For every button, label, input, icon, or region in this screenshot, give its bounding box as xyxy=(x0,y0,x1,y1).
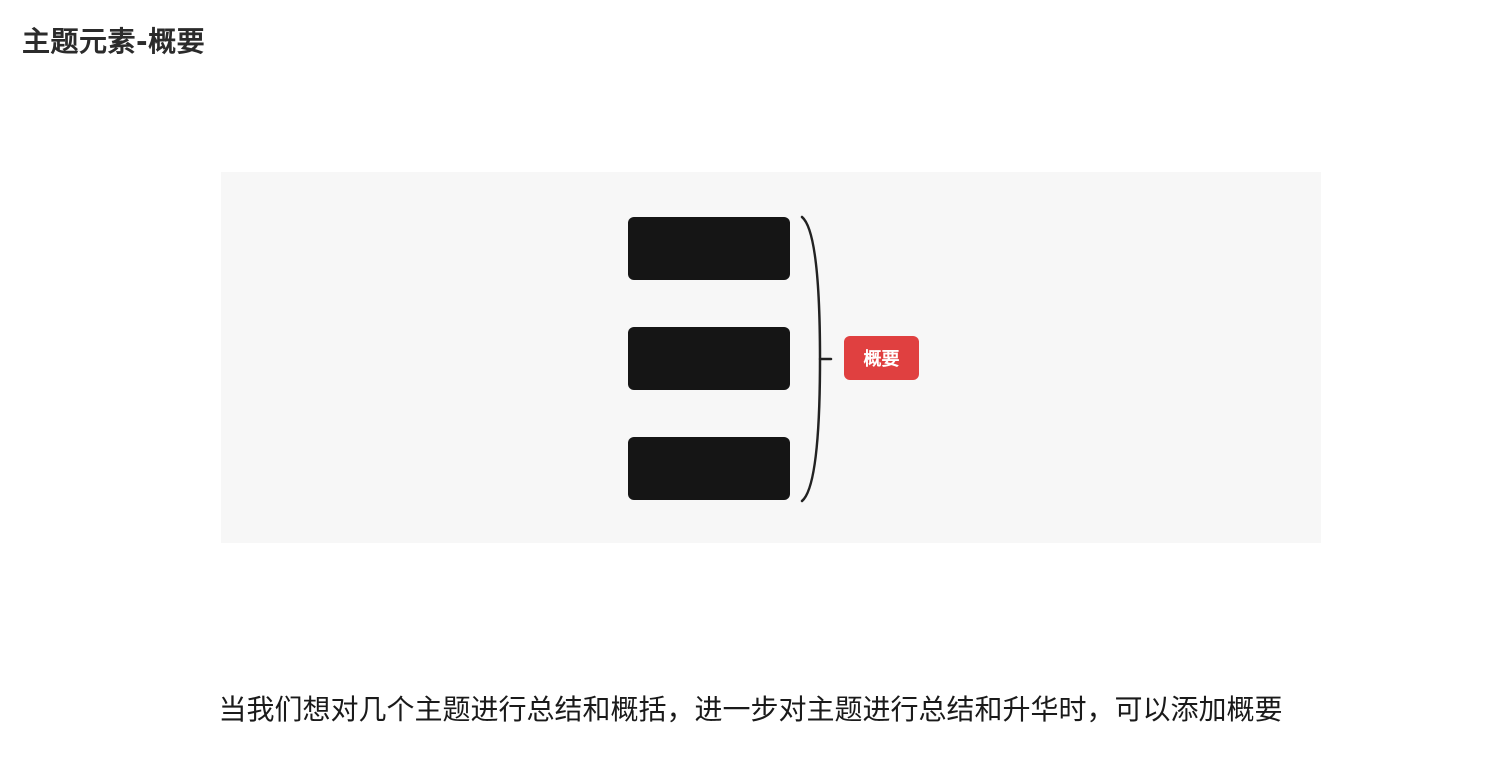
summary-bracket-icon xyxy=(800,215,833,503)
caption-text: 当我们想对几个主题进行总结和概括，进一步对主题进行总结和升华时，可以添加概要 xyxy=(218,693,1283,726)
topic-node-3[interactable] xyxy=(628,437,790,500)
topic-node-1[interactable] xyxy=(628,217,790,280)
page-title: 主题元素-概要 xyxy=(22,25,206,58)
topic-node-2[interactable] xyxy=(628,327,790,390)
mindmap-canvas: 概要 xyxy=(221,172,1321,543)
summary-node[interactable]: 概要 xyxy=(844,336,919,380)
